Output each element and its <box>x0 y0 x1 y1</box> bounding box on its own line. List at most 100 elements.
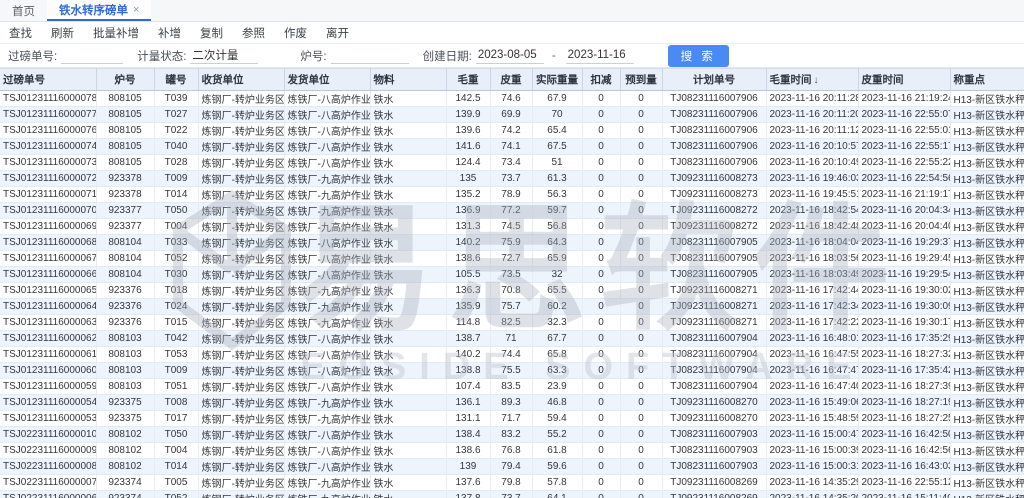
tab-home[interactable]: 首页 <box>0 0 47 21</box>
cell-plan: TJ09231116008273 <box>662 187 766 203</box>
cell-point: H13-新区铁水秤 <box>950 427 1024 443</box>
date-to-input[interactable] <box>566 48 634 64</box>
table-row[interactable]: TSJ02231116000009808102T004炼钢厂-转炉业务区炼铁厂-… <box>0 443 1024 459</box>
leave-button[interactable]: 离开 <box>326 25 349 41</box>
cell-slip: TSJ01231116000067 <box>0 251 96 267</box>
cell-shipper: 炼铁厂-八高炉作业区 <box>284 235 370 251</box>
cell-tare_time: 2023-11-16 19:29:37 <box>858 235 950 251</box>
table-row[interactable]: TSJ01231116000076808105T022炼钢厂-转炉业务区炼铁厂-… <box>0 123 1024 139</box>
cell-expected: 0 <box>620 411 662 427</box>
cell-tare: 71 <box>490 331 532 347</box>
reference-button[interactable]: 参照 <box>242 25 265 41</box>
table-row[interactable]: TSJ01231116000067808104T052炼钢厂-转炉业务区炼铁厂-… <box>0 251 1024 267</box>
table-row[interactable]: TSJ02231116000010808102T050炼钢厂-转炉业务区炼铁厂-… <box>0 427 1024 443</box>
cell-point: H13-新区铁水秤 <box>950 123 1024 139</box>
table-row[interactable]: TSJ01231116000069923377T004炼钢厂-转炉业务区炼铁厂-… <box>0 219 1024 235</box>
table-row[interactable]: TSJ01231116000062808103T042炼钢厂-转炉业务区炼铁厂-… <box>0 331 1024 347</box>
weigh-no-input[interactable] <box>61 48 123 64</box>
column-header-shipper[interactable]: 发货单位 <box>284 69 370 91</box>
cell-receiver: 炼钢厂-转炉业务区 <box>198 107 284 123</box>
cell-material: 铁水 <box>370 187 446 203</box>
cell-deduct: 0 <box>582 155 620 171</box>
column-header-tare[interactable]: 皮重 <box>490 69 532 91</box>
column-header-gross_time[interactable]: 毛重时间↓ <box>766 69 858 91</box>
cell-tare: 79.4 <box>490 459 532 475</box>
column-header-deduct[interactable]: 扣减 <box>582 69 620 91</box>
cell-point: H13-新区铁水秤 <box>950 267 1024 283</box>
column-header-slip[interactable]: 过磅单号 <box>0 69 96 91</box>
table-row[interactable]: TSJ01231116000065923376T018炼钢厂-转炉业务区炼铁厂-… <box>0 283 1024 299</box>
cell-tare: 73.7 <box>490 491 532 498</box>
cell-plan: TJ09231116008271 <box>662 315 766 331</box>
column-header-furnace[interactable]: 炉号 <box>96 69 154 91</box>
cell-actual: 64.3 <box>532 235 582 251</box>
status-select[interactable] <box>190 48 258 64</box>
cell-expected: 0 <box>620 299 662 315</box>
cell-point: H13-新区铁水秤 <box>950 203 1024 219</box>
table-row[interactable]: TSJ01231116000064923376T024炼钢厂-转炉业务区炼铁厂-… <box>0 299 1024 315</box>
cell-slip: TSJ01231116000073 <box>0 155 96 171</box>
cell-shipper: 炼铁厂-九高炉作业区 <box>284 475 370 491</box>
table-row[interactable]: TSJ01231116000078808105T039炼钢厂-转炉业务区炼铁厂-… <box>0 91 1024 107</box>
refresh-button[interactable]: 刷新 <box>51 25 74 41</box>
table-row[interactable]: TSJ02231116000006923374T052炼钢厂-转炉业务区炼铁厂-… <box>0 491 1024 498</box>
table-row[interactable]: TSJ02231116000007923374T005炼钢厂-转炉业务区炼铁厂-… <box>0 475 1024 491</box>
cell-gross_time: 2023-11-16 20:11:28 <box>766 91 858 107</box>
copy-button[interactable]: 复制 <box>200 25 223 41</box>
find-button[interactable]: 查找 <box>9 25 32 41</box>
column-header-point[interactable]: 称重点 <box>950 69 1024 91</box>
cell-tare: 73.7 <box>490 171 532 187</box>
cell-point: H13-新区铁水秤 <box>950 299 1024 315</box>
column-header-receiver[interactable]: 收货单位 <box>198 69 284 91</box>
table-row[interactable]: TSJ01231116000059808103T051炼钢厂-转炉业务区炼铁厂-… <box>0 379 1024 395</box>
cell-gross: 138.6 <box>446 251 490 267</box>
cell-furnace: 923377 <box>96 203 154 219</box>
column-header-label: 发货单位 <box>288 74 330 86</box>
void-button[interactable]: 作废 <box>284 25 307 41</box>
table-row[interactable]: TSJ01231116000060808103T009炼钢厂-转炉业务区炼铁厂-… <box>0 363 1024 379</box>
cell-gross: 138.7 <box>446 331 490 347</box>
table-row[interactable]: TSJ01231116000073808105T028炼钢厂-转炉业务区炼铁厂-… <box>0 155 1024 171</box>
cell-receiver: 炼钢厂-转炉业务区 <box>198 427 284 443</box>
tab-molten-iron-slip[interactable]: 铁水转序磅单 × <box>47 0 151 21</box>
table-row[interactable]: TSJ01231116000077808105T027炼钢厂-转炉业务区炼铁厂-… <box>0 107 1024 123</box>
column-header-material[interactable]: 物料 <box>370 69 446 91</box>
cell-slip: TSJ01231116000072 <box>0 171 96 187</box>
cell-expected: 0 <box>620 155 662 171</box>
cell-gross: 135 <box>446 171 490 187</box>
cell-slip: TSJ01231116000059 <box>0 379 96 395</box>
table-row[interactable]: TSJ01231116000071923378T014炼钢厂-转炉业务区炼铁厂-… <box>0 187 1024 203</box>
cell-tare: 71.7 <box>490 411 532 427</box>
table-row[interactable]: TSJ01231116000066808104T030炼钢厂-转炉业务区炼铁厂-… <box>0 267 1024 283</box>
table-row[interactable]: TSJ01231116000054923375T008炼钢厂-转炉业务区炼铁厂-… <box>0 395 1024 411</box>
close-icon[interactable]: × <box>133 4 139 16</box>
cell-tare_time: 2023-11-16 20:04:40 <box>858 219 950 235</box>
column-header-gross[interactable]: 毛重 <box>446 69 490 91</box>
table-row[interactable]: TSJ01231116000063923376T015炼钢厂-转炉业务区炼铁厂-… <box>0 315 1024 331</box>
table-row[interactable]: TSJ01231116000053923375T017炼钢厂-转炉业务区炼铁厂-… <box>0 411 1024 427</box>
table-row[interactable]: TSJ01231116000072923378T009炼钢厂-转炉业务区炼铁厂-… <box>0 171 1024 187</box>
supplement-button[interactable]: 补增 <box>158 25 181 41</box>
column-header-plan[interactable]: 计划单号 <box>662 69 766 91</box>
cell-furnace: 808102 <box>96 427 154 443</box>
column-header-tank[interactable]: 罐号 <box>154 69 198 91</box>
column-header-tare_time[interactable]: 皮重时间 <box>858 69 950 91</box>
cell-gross: 135.9 <box>446 299 490 315</box>
table-row[interactable]: TSJ01231116000061808103T053炼钢厂-转炉业务区炼铁厂-… <box>0 347 1024 363</box>
furnace-input[interactable] <box>331 48 409 64</box>
table-row[interactable]: TSJ01231116000070923377T050炼钢厂-转炉业务区炼铁厂-… <box>0 203 1024 219</box>
search-button[interactable]: 搜 索 <box>668 45 729 67</box>
date-from-input[interactable] <box>476 48 544 64</box>
table-row[interactable]: TSJ02231116000008808102T014炼钢厂-转炉业务区炼铁厂-… <box>0 459 1024 475</box>
column-header-actual[interactable]: 实际重量 <box>532 69 582 91</box>
cell-slip: TSJ01231116000078 <box>0 91 96 107</box>
cell-shipper: 炼铁厂-九高炉作业区 <box>284 411 370 427</box>
cell-receiver: 炼钢厂-转炉业务区 <box>198 91 284 107</box>
batch-supplement-button[interactable]: 批量补增 <box>93 25 139 41</box>
cell-expected: 0 <box>620 491 662 498</box>
table-row[interactable]: TSJ01231116000068808104T033炼钢厂-转炉业务区炼铁厂-… <box>0 235 1024 251</box>
table-row[interactable]: TSJ01231116000074808105T040炼钢厂-转炉业务区炼铁厂-… <box>0 139 1024 155</box>
column-header-expected[interactable]: 预到量 <box>620 69 662 91</box>
cell-gross: 138.6 <box>446 443 490 459</box>
cell-tare_time: 2023-11-16 16:42:50 <box>858 427 950 443</box>
